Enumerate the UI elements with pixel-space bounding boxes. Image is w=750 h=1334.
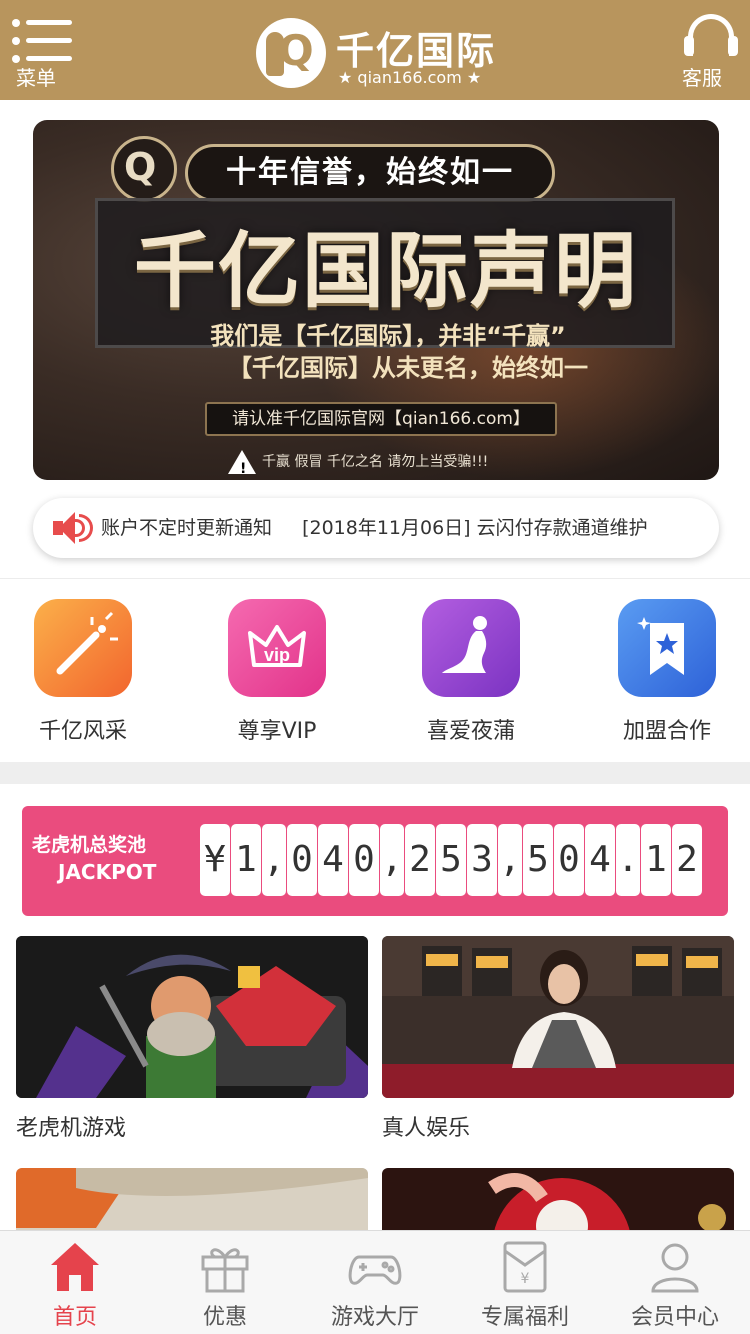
jackpot-digit: 5 [523,824,553,896]
banner-warning: ! 千赢 假冒 千亿之名 请勿上当受骗!!! [228,450,558,477]
home-icon [45,1237,105,1297]
quick-link-label: 喜爱夜蒲 [426,719,515,744]
game-card-label: 老虎机游戏 [16,1116,127,1141]
game-card-label: 真人娱乐 [382,1116,471,1141]
banner-warning-text: 千赢 假冒 千亿之名 请勿上当受骗!!! [262,454,489,470]
banner-tagline: 十年信誉，始终如一 [185,144,555,202]
promo-banner[interactable]: Q 十年信誉，始终如一 千亿国际声明 我们是【千亿国际】，并非“千赢” 【千亿国… [33,120,719,480]
banner-statement-line-1: 我们是【千亿国际】，并非“千赢” [210,322,566,350]
quick-link-nightlife[interactable]: 喜爱夜蒲 [406,599,536,749]
jackpot-digit: 2 [672,824,702,896]
jackpot-digit: 0 [554,824,584,896]
tab-member-center[interactable]: 会员中心 [600,1231,750,1334]
tab-label: 首页 [52,1305,97,1330]
jackpot-label-en: JACKPOT [58,860,157,884]
jackpot-digit: 2 [405,824,435,896]
banner-official-site: 请认准千亿国际官网【qian166.com】 [205,402,557,436]
jackpot-digit: 0 [287,824,317,896]
banner-logo-badge: Q [111,136,177,202]
quick-link-label: 千亿风采 [38,719,127,744]
jackpot-digit: , [380,824,404,896]
speaker-icon [53,512,93,544]
jackpot-digit: , [262,824,286,896]
tab-label: 专属福利 [480,1305,569,1330]
jackpot-digit: 1 [641,824,671,896]
quick-link-style[interactable]: 千亿风采 [18,599,148,749]
customer-service-label: 客服 [682,66,722,90]
jackpot-label-cn: 老虎机总奖池 [32,834,147,856]
game-card-slots[interactable]: 老虎机游戏 [16,936,368,1141]
section-divider [0,762,750,784]
menu-button[interactable]: 菜单 [10,12,74,92]
live-casino-image [382,936,734,1098]
jackpot-digit: 0 [349,824,379,896]
notice-marquee: 账户不定时更新通知 [2018年11月06日] 云闪付存款通道维护 [101,498,701,558]
quick-link-label: 尊享VIP [237,719,317,744]
tab-label: 游戏大厅 [330,1305,419,1330]
vip-crown-icon: vip [228,599,326,697]
red-envelope-icon: ¥ [495,1237,555,1297]
banner-title: 千亿国际声明 [133,224,638,319]
quick-link-partnership[interactable]: 加盟合作 [602,599,732,749]
tab-promotions[interactable]: 优惠 [150,1231,300,1334]
tab-label: 优惠 [202,1305,247,1330]
slots-game-image [16,936,368,1098]
jackpot-digit: ¥ [200,824,230,896]
jackpot-digit: 1 [231,824,261,896]
jackpot-digit: 4 [318,824,348,896]
banner-statement-line-2: 【千亿国际】从未更名，始终如一 [228,354,588,382]
app-header: 菜单 Q 千亿国际 ★ qian166.com ★ 客服 [0,0,750,100]
jackpot-digit: . [616,824,640,896]
svg-text:¥: ¥ [521,1271,530,1287]
brand-logo[interactable]: Q 千亿国际 ★ qian166.com ★ [256,14,506,90]
gift-icon [195,1237,255,1297]
notice-item: [2018年11月06日] 云闪付存款通道维护 [302,517,648,539]
warning-icon: ! [228,450,256,477]
gamepad-icon [345,1237,405,1297]
brand-domain: ★ qian166.com ★ [338,68,482,87]
menu-icon [12,18,72,63]
jackpot-digit: 3 [467,824,497,896]
quick-links: 千亿风采 vip 尊享VIP 喜爱夜蒲 加盟合作 [0,578,750,762]
star-bookmark-icon [618,599,716,697]
tab-exclusive-benefits[interactable]: ¥ 专属福利 [450,1231,600,1334]
magic-wand-icon [34,599,132,697]
jackpot-digit: 5 [436,824,466,896]
notice-bar[interactable]: 账户不定时更新通知 [2018年11月06日] 云闪付存款通道维护 [33,498,719,558]
brand-name: 千亿国际 [336,29,497,73]
bottom-tab-bar: 首页 优惠 游戏大厅 ¥ 专属福利 会员中心 [0,1230,750,1334]
menu-label: 菜单 [16,66,56,90]
jackpot-digit: , [498,824,522,896]
banner-badge-letter: Q [124,145,157,189]
notice-item: 账户不定时更新通知 [101,517,273,539]
quick-link-label: 加盟合作 [622,719,711,744]
game-card-live-casino[interactable]: 真人娱乐 [382,936,734,1141]
jackpot-panel: 老虎机总奖池 JACKPOT ¥1, 0 4 0, 2 5 3, 5 0 4. 1 2 [22,806,728,916]
tab-home[interactable]: 首页 [0,1231,150,1334]
svg-text:vip: vip [264,645,290,665]
user-icon [645,1237,705,1297]
logo-mark-icon: Q [256,18,326,88]
customer-service-button[interactable]: 客服 [680,10,740,92]
logo-mark-letter: Q [278,26,314,75]
quick-link-vip[interactable]: vip 尊享VIP [212,599,342,749]
dancer-icon [422,599,520,697]
tab-game-lobby[interactable]: 游戏大厅 [300,1231,450,1334]
tab-label: 会员中心 [630,1305,719,1330]
jackpot-digit: 4 [585,824,615,896]
